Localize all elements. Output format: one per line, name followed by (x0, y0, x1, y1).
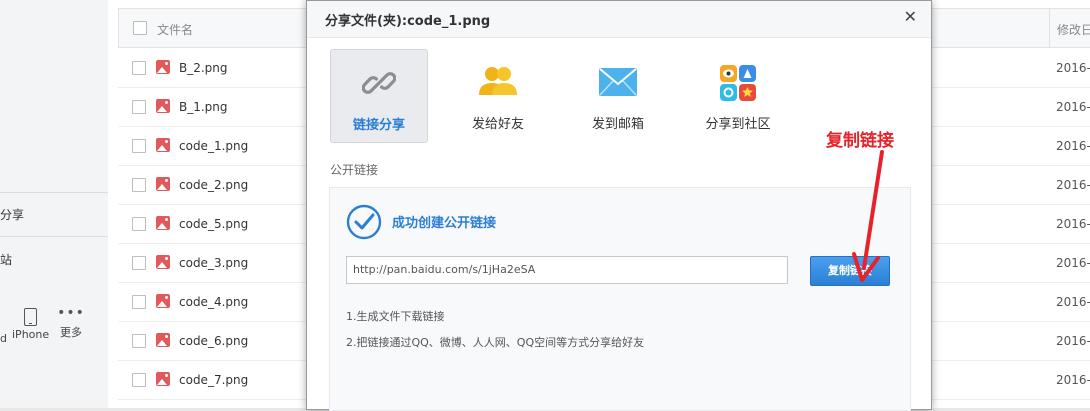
file-name[interactable]: code_1.png (179, 139, 248, 153)
tab-share-community[interactable]: 分享到社区 (690, 49, 786, 141)
image-file-icon (156, 60, 170, 74)
tab-label: 发给好友 (471, 117, 524, 132)
sidebar-divider (0, 192, 108, 193)
file-date: 2016-0 (1056, 100, 1090, 114)
dialog-title: 分享文件(夹):code_1.png (325, 14, 491, 29)
file-date: 2016-0 (1056, 295, 1090, 309)
sidebar-item-share[interactable]: 分享 (0, 206, 24, 223)
iphone-label: iPhone (12, 328, 50, 341)
file-name[interactable]: code_5.png (179, 217, 248, 231)
image-file-icon (156, 372, 170, 386)
image-file-icon (156, 138, 170, 152)
row-checkbox[interactable] (132, 295, 146, 309)
file-date: 2016-0 (1056, 178, 1090, 192)
column-header-name[interactable]: 文件名 (157, 21, 193, 38)
file-name[interactable]: code_4.png (179, 295, 248, 309)
instruction-note: 2.把链接通过QQ、微博、人人网、QQ空间等方式分享给好友 (346, 336, 645, 349)
tab-label: 分享到社区 (705, 117, 771, 132)
tab-send-mail[interactable]: 发到邮箱 (570, 49, 666, 141)
select-all-checkbox[interactable] (133, 21, 147, 35)
tab-label: 链接分享 (352, 118, 405, 133)
success-message: 成功创建公开链接 (392, 216, 497, 231)
friends-icon (478, 65, 518, 102)
close-icon[interactable]: ✕ (904, 7, 917, 26)
dialog-header: 分享文件(夹):code_1.png ✕ (307, 1, 931, 38)
file-name[interactable]: code_3.png (179, 256, 248, 270)
column-header-date[interactable]: 修改日 (1057, 21, 1090, 38)
row-checkbox[interactable] (132, 178, 146, 192)
instruction-note: 1.生成文件下载链接 (346, 310, 445, 323)
sidebar-divider (0, 236, 108, 237)
more-icon: ••• (57, 305, 85, 321)
file-name[interactable]: B_1.png (179, 100, 228, 114)
image-file-icon (156, 99, 170, 113)
device-item-partial[interactable]: d (0, 332, 7, 345)
row-checkbox[interactable] (132, 100, 146, 114)
link-icon (361, 66, 397, 103)
row-checkbox[interactable] (132, 373, 146, 387)
file-name[interactable]: B_2.png (179, 61, 228, 75)
annotation-label: 复制链接 (826, 131, 894, 151)
file-date: 2016-0 (1056, 61, 1090, 75)
image-file-icon (156, 333, 170, 347)
row-checkbox[interactable] (132, 61, 146, 75)
image-file-icon (156, 216, 170, 230)
file-date: 2016-0 (1056, 256, 1090, 270)
file-date: 2016-0 (1056, 373, 1090, 387)
tab-label: 发到邮箱 (591, 117, 644, 132)
device-item-iphone[interactable]: iPhone (12, 308, 50, 341)
image-file-icon (156, 177, 170, 191)
row-checkbox[interactable] (132, 217, 146, 231)
success-check-icon (346, 204, 382, 243)
row-checkbox[interactable] (132, 334, 146, 348)
file-name[interactable]: code_7.png (179, 373, 248, 387)
share-link-input[interactable] (346, 256, 788, 284)
image-file-icon (156, 255, 170, 269)
device-label: d (0, 332, 7, 345)
share-dialog: 分享文件(夹):code_1.png ✕ 链接分享 发给好友 发到邮箱 分享到社… (306, 0, 932, 411)
section-label-public-link: 公开链接 (330, 163, 379, 177)
file-date: 2016-0 (1056, 334, 1090, 348)
mail-icon (598, 65, 638, 102)
link-panel: 成功创建公开链接 复制链接 1.生成文件下载链接 2.把链接通过QQ、微博、人人… (329, 187, 911, 411)
row-checkbox[interactable] (132, 139, 146, 153)
file-date: 2016-0 (1056, 139, 1090, 153)
column-divider (1049, 9, 1050, 47)
annotation-arrow (852, 150, 884, 282)
tab-link-share[interactable]: 链接分享 (330, 49, 428, 143)
more-label: 更多 (60, 326, 82, 339)
tab-send-friends[interactable]: 发给好友 (450, 49, 546, 141)
file-name[interactable]: code_2.png (179, 178, 248, 192)
sidebar-item-recycle[interactable]: 站 (0, 251, 12, 268)
phone-icon (23, 308, 37, 326)
file-date: 2016-0 (1056, 217, 1090, 231)
image-file-icon (156, 294, 170, 308)
file-name[interactable]: code_6.png (179, 334, 248, 348)
community-icon (720, 65, 756, 104)
device-item-more[interactable]: ••• 更多 (56, 306, 86, 340)
sidebar: 分享 站 d iPhone ••• 更多 (0, 0, 109, 408)
row-checkbox[interactable] (132, 256, 146, 270)
